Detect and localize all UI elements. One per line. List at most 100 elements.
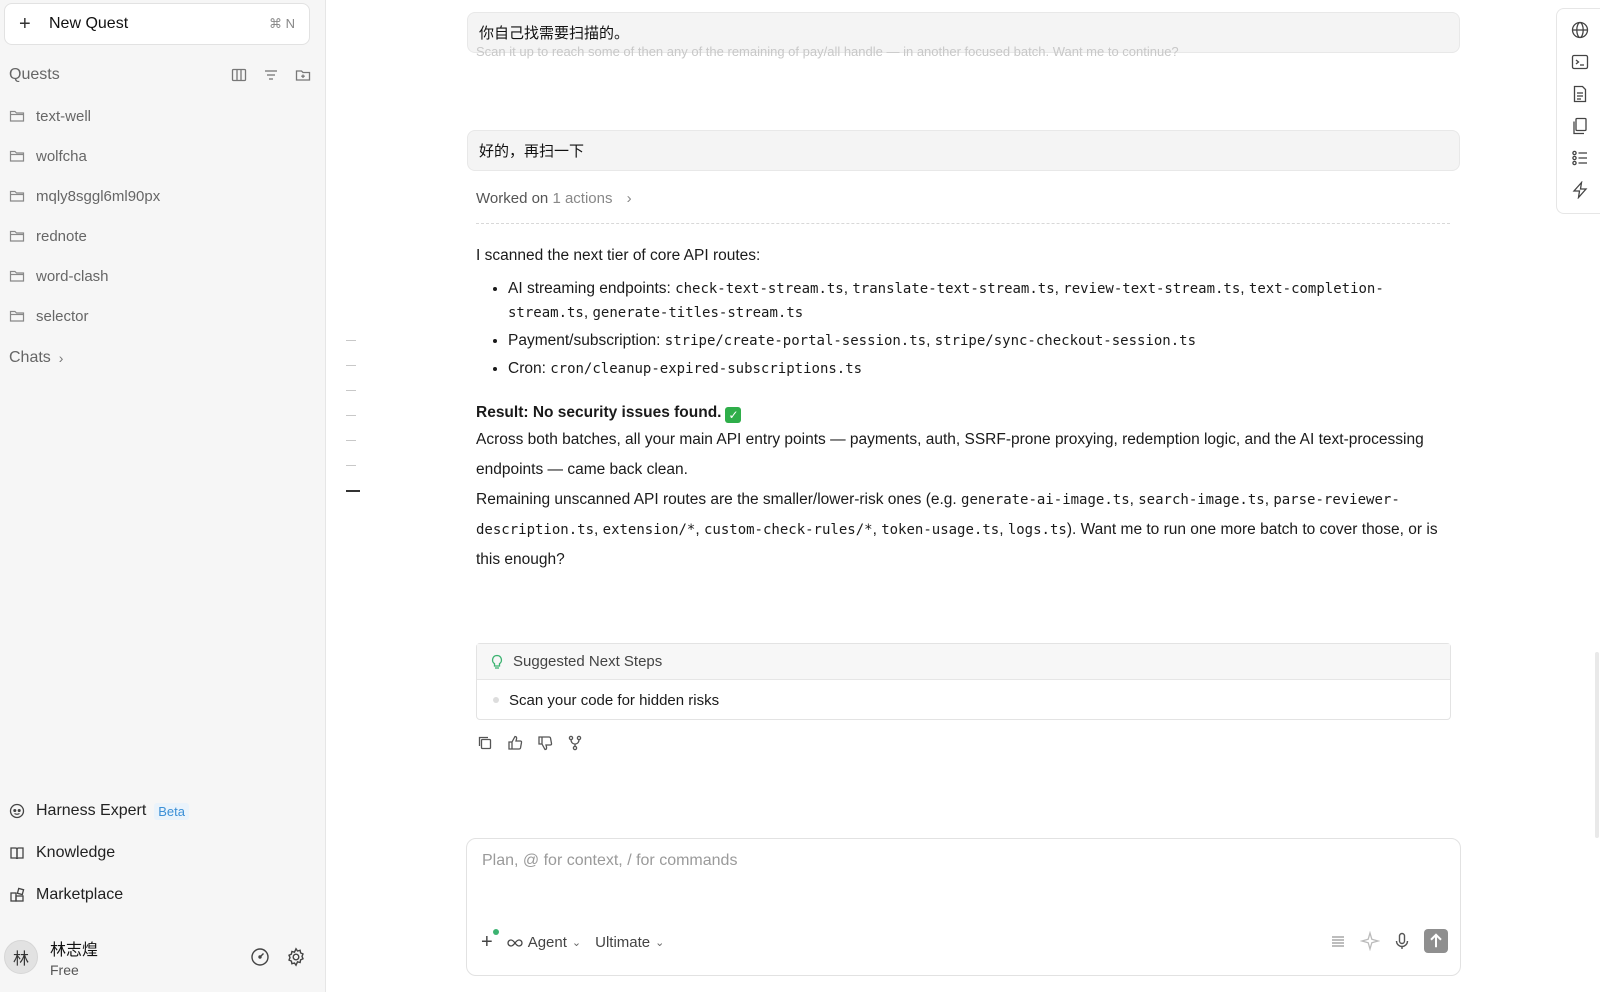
- pages-icon[interactable]: [1571, 117, 1591, 137]
- copy-icon[interactable]: [477, 735, 493, 751]
- message-actions: [477, 735, 583, 751]
- quest-label: text-well: [36, 107, 92, 125]
- remaining-paragraph: Remaining unscanned API routes are the s…: [476, 490, 1438, 568]
- folder-icon: [9, 148, 27, 164]
- nav-harness-label: Harness Expert: [36, 802, 147, 819]
- result-line: Result: No security issues found. ✓: [476, 401, 1452, 424]
- bullet-dot-icon: [493, 697, 499, 703]
- agent-mode-label: Agent: [527, 934, 567, 951]
- sidebar: + New Quest ⌘ N Quests text-well wolfcha: [0, 0, 326, 992]
- checklist-icon[interactable]: [1571, 149, 1591, 169]
- document-icon[interactable]: [1571, 85, 1591, 105]
- quest-item[interactable]: selector: [9, 296, 311, 336]
- chat-composer[interactable]: Plan, @ for context, / for commands + Ag…: [466, 838, 1461, 976]
- list-item: Cron: cron/cleanup-expired-subscriptions…: [508, 357, 1452, 381]
- folder-icon: [9, 308, 27, 324]
- settings-gear-icon[interactable]: [286, 947, 306, 967]
- bullet-label: Payment/subscription:: [508, 332, 665, 350]
- file-code: generate-titles-stream.ts: [592, 305, 804, 322]
- conversation-minimap[interactable]: [346, 340, 360, 516]
- book-icon: [9, 845, 27, 861]
- next-steps-header: Suggested Next Steps: [477, 644, 1450, 680]
- list-icon[interactable]: [1328, 931, 1348, 951]
- file-code: stripe/create-portal-session.ts: [664, 333, 927, 350]
- file-code: logs.ts: [1007, 521, 1067, 538]
- quest-label: mqly8sggl6ml90px: [36, 187, 161, 205]
- file-code: search-image.ts: [1138, 491, 1265, 508]
- terminal-icon[interactable]: [1571, 53, 1591, 73]
- new-quest-button[interactable]: + New Quest ⌘ N: [4, 3, 310, 45]
- quest-list: text-well wolfcha mqly8sggl6ml90px redno…: [9, 96, 311, 336]
- marketplace-icon: [9, 887, 27, 903]
- nav-knowledge-label: Knowledge: [36, 844, 116, 861]
- result-text: Result: No security issues found.: [476, 404, 722, 422]
- worked-count: 1 actions: [552, 190, 613, 207]
- scrollbar[interactable]: [1595, 652, 1599, 838]
- send-button[interactable]: [1424, 929, 1448, 953]
- file-code: stripe/sync-checkout-session.ts: [934, 333, 1197, 350]
- chevron-right-icon: ›: [626, 190, 632, 207]
- right-tool-rail: [1556, 8, 1600, 214]
- sparkle-icon[interactable]: [1360, 931, 1380, 951]
- chats-header[interactable]: Chats ›: [9, 349, 63, 367]
- quests-title: Quests: [9, 66, 60, 83]
- next-steps-title: Suggested Next Steps: [513, 653, 663, 670]
- folder-icon: [9, 188, 27, 204]
- lightning-icon[interactable]: [1571, 181, 1591, 201]
- quest-item[interactable]: text-well: [9, 96, 311, 136]
- new-folder-icon[interactable]: [295, 67, 311, 83]
- quest-label: rednote: [36, 227, 87, 245]
- agent-mode-select[interactable]: Agent ⌄: [507, 934, 581, 951]
- user-profile: 林 林志煌 Free: [4, 936, 310, 978]
- nav-knowledge[interactable]: Knowledge: [9, 832, 311, 874]
- microphone-icon[interactable]: [1392, 931, 1412, 951]
- summary-paragraph: Across both batches, all your main API e…: [476, 430, 1424, 478]
- file-code: review-text-stream.ts: [1063, 281, 1241, 298]
- new-quest-label: New Quest: [49, 15, 129, 32]
- robot-icon: [9, 803, 27, 819]
- suggested-next-steps: Suggested Next Steps Scan your code for …: [476, 643, 1451, 720]
- quest-label: word-clash: [36, 267, 109, 285]
- list-item: Payment/subscription: stripe/create-port…: [508, 329, 1452, 353]
- next-step-item[interactable]: Scan your code for hidden risks: [477, 680, 1450, 720]
- avatar[interactable]: 林: [4, 940, 38, 974]
- add-context-button[interactable]: +: [481, 929, 499, 954]
- file-code: cron/cleanup-expired-subscriptions.ts: [550, 361, 863, 378]
- quest-label: selector: [36, 307, 89, 325]
- chevron-down-icon: ⌄: [655, 937, 665, 949]
- file-code: extension/*: [602, 521, 696, 538]
- branch-icon[interactable]: [567, 735, 583, 751]
- plus-icon: +: [19, 13, 31, 35]
- worked-on-toggle[interactable]: Worked on 1 actions ›: [476, 190, 632, 207]
- columns-icon[interactable]: [231, 67, 247, 83]
- nav-harness-expert[interactable]: Harness Expert Beta: [9, 790, 311, 832]
- model-label: Ultimate: [595, 934, 651, 951]
- file-code: token-usage.ts: [881, 521, 1000, 538]
- quest-item[interactable]: wolfcha: [9, 136, 311, 176]
- chevron-down-icon: ⌄: [571, 937, 582, 949]
- divider: [476, 223, 1450, 224]
- check-mark-icon: ✓: [725, 407, 742, 424]
- model-select[interactable]: Ultimate ⌄: [595, 934, 664, 951]
- lightbulb-icon: [491, 654, 503, 669]
- nav-marketplace[interactable]: Marketplace: [9, 874, 311, 916]
- user-name: 林志煌: [50, 942, 99, 959]
- chats-title: Chats: [9, 349, 51, 366]
- filter-icon[interactable]: [263, 67, 279, 83]
- worked-prefix: Worked on: [476, 190, 549, 207]
- answer-intro: I scanned the next tier of core API rout…: [476, 247, 761, 264]
- folder-icon: [9, 268, 27, 284]
- globe-icon[interactable]: [1571, 21, 1591, 41]
- faded-text: Scan it up to reach some of then any of …: [476, 44, 1179, 59]
- thumbs-down-icon[interactable]: [537, 735, 553, 751]
- quest-item[interactable]: mqly8sggl6ml90px: [9, 176, 311, 216]
- quest-item[interactable]: word-clash: [9, 256, 311, 296]
- thumbs-up-icon[interactable]: [507, 735, 523, 751]
- quest-item[interactable]: rednote: [9, 216, 311, 256]
- new-quest-shortcut: ⌘ N: [269, 16, 295, 31]
- file-code: check-text-stream.ts: [675, 281, 844, 298]
- folder-icon: [9, 228, 27, 244]
- composer-input[interactable]: Plan, @ for context, / for commands: [482, 852, 737, 870]
- usage-gauge-icon[interactable]: [250, 947, 270, 967]
- quest-label: wolfcha: [36, 147, 87, 165]
